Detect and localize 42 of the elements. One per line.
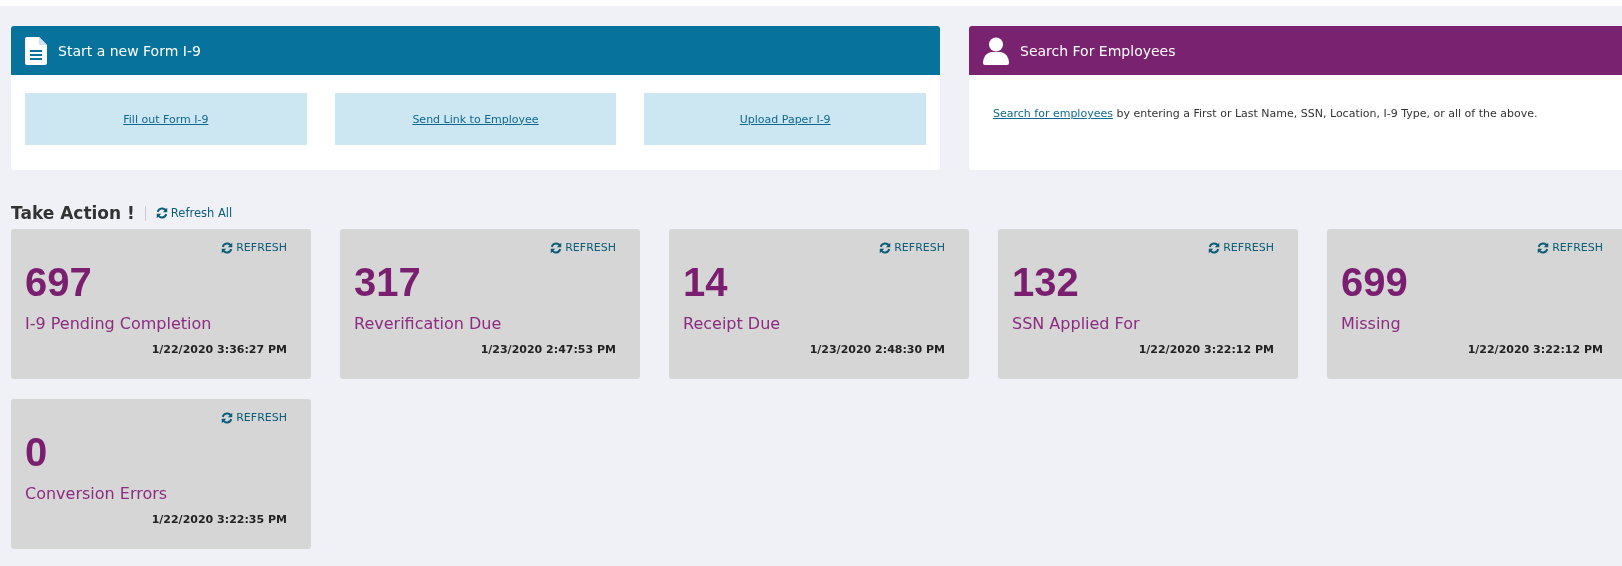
stat-label: SSN Applied For bbox=[1012, 314, 1141, 333]
timestamp: 1/23/2020 2:47:53 PM bbox=[480, 343, 616, 356]
panel-title: Search For Employees bbox=[1020, 42, 1176, 59]
search-description: Search for employees by entering a First or Last Name, SSN, Location, I-9 Type, or all of the above. bbox=[993, 107, 1539, 120]
form-action-button[interactable]: Upload Paper I-9 bbox=[644, 93, 926, 145]
stat-label: Receipt Due bbox=[683, 314, 782, 333]
stat-count: 14 bbox=[683, 260, 729, 304]
stat-label: Missing bbox=[1341, 314, 1402, 333]
user-icon bbox=[983, 36, 1009, 65]
stat-label: Conversion Errors bbox=[25, 484, 169, 503]
form-action-button[interactable]: Fill out Form I-9 bbox=[25, 93, 307, 145]
refresh-link[interactable]: REFRESH bbox=[221, 241, 287, 254]
refresh-icon bbox=[1537, 241, 1550, 254]
stat-count: 699 bbox=[1341, 260, 1409, 304]
stat-count: 697 bbox=[25, 260, 93, 304]
stat-label: Reverification Due bbox=[354, 314, 503, 333]
refresh-icon bbox=[221, 411, 234, 424]
stat-count: 132 bbox=[1012, 260, 1080, 304]
refresh-link[interactable]: REFRESH bbox=[879, 241, 945, 254]
refresh-all-link[interactable]: Refresh All bbox=[155, 206, 233, 220]
refresh-link[interactable]: REFRESH bbox=[221, 411, 287, 424]
refresh-icon bbox=[155, 207, 168, 219]
stat-count: 0 bbox=[25, 430, 49, 474]
document-icon bbox=[25, 36, 47, 65]
form-action-button[interactable]: Send Link to Employee bbox=[334, 93, 617, 145]
refresh-icon bbox=[550, 241, 563, 254]
timestamp: 1/22/2020 3:22:12 PM bbox=[1138, 343, 1274, 356]
stat-count: 317 bbox=[354, 260, 422, 304]
timestamp: 1/22/2020 3:22:35 PM bbox=[151, 513, 287, 526]
search-link[interactable]: Search for employees bbox=[993, 107, 1113, 120]
refresh-icon bbox=[221, 241, 234, 254]
panel-title: Start a new Form I-9 bbox=[58, 42, 201, 59]
section-title: Take Action ! bbox=[11, 203, 135, 223]
timestamp: 1/22/2020 3:36:27 PM bbox=[151, 343, 287, 356]
stat-label: I-9 Pending Completion bbox=[25, 314, 213, 333]
refresh-link[interactable]: REFRESH bbox=[1537, 241, 1603, 254]
timestamp: 1/23/2020 2:48:30 PM bbox=[809, 343, 945, 356]
refresh-link[interactable]: REFRESH bbox=[550, 241, 616, 254]
refresh-icon bbox=[1208, 241, 1221, 254]
refresh-link[interactable]: REFRESH bbox=[1208, 241, 1274, 254]
refresh-icon bbox=[879, 241, 892, 254]
timestamp: 1/22/2020 3:22:12 PM bbox=[1467, 343, 1603, 356]
